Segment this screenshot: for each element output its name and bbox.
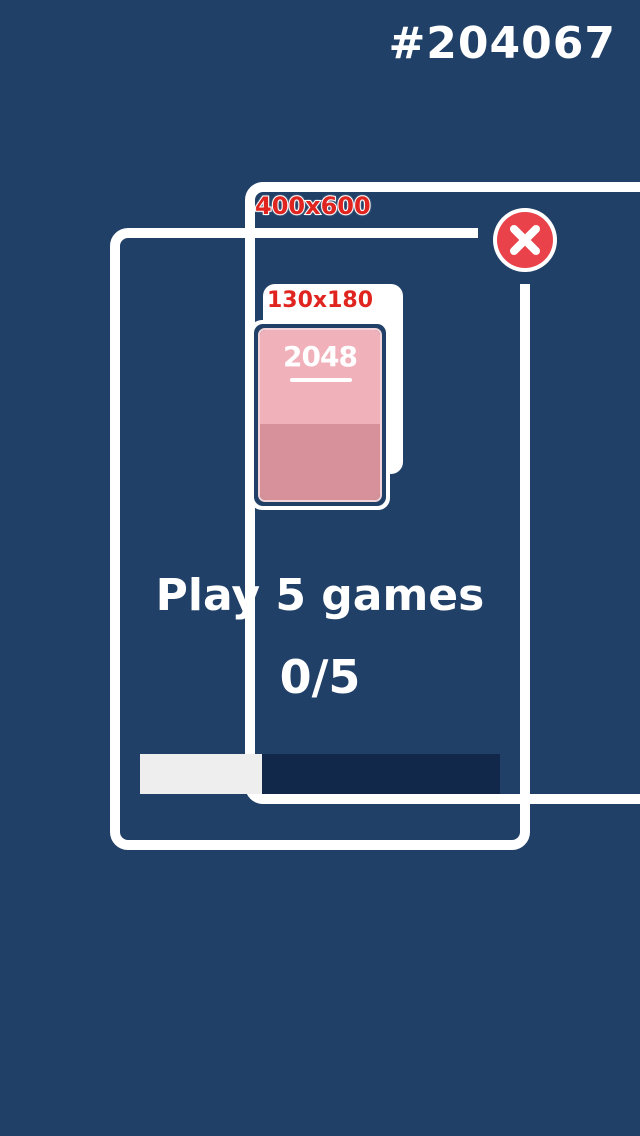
game-card: 2048	[250, 320, 390, 510]
close-icon	[510, 225, 540, 255]
goal-text: Play 5 games	[155, 570, 485, 621]
close-button[interactable]	[493, 208, 557, 272]
card-title-underline	[290, 378, 352, 382]
progress-count: 0/5	[279, 650, 361, 704]
close-button-circle	[497, 212, 553, 268]
color-code-title: #204067	[388, 18, 616, 69]
card-frame: 2048	[254, 324, 386, 506]
card-title: 2048	[283, 340, 358, 373]
progress-bar	[140, 754, 500, 794]
progress-bar-fill	[140, 754, 263, 794]
card-face-bottom	[260, 423, 380, 500]
card-face: 2048	[258, 328, 382, 502]
